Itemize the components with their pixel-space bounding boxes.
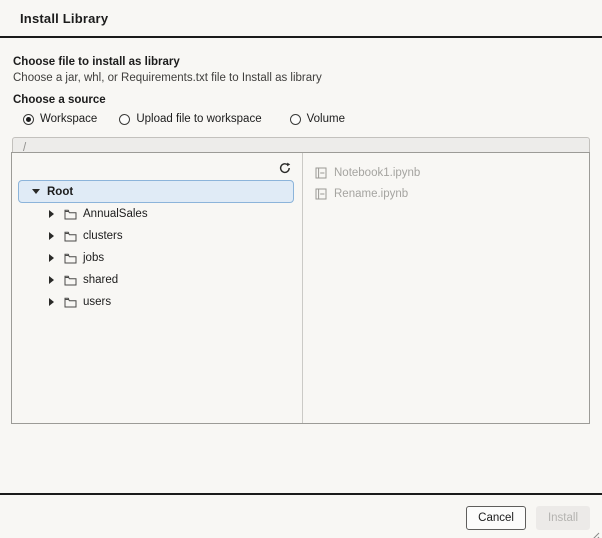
- refresh-icon: [278, 161, 292, 178]
- radio-volume-label: Volume: [306, 113, 345, 125]
- file-item-notebook1: Notebook1.ipynb: [315, 162, 577, 183]
- dialog-body: Choose file to install as library Choose…: [0, 38, 602, 125]
- chevron-right-icon[interactable]: [49, 276, 59, 284]
- tree-item-users[interactable]: users: [12, 291, 302, 313]
- file-item-label: Rename.ipynb: [334, 187, 409, 200]
- file-item-label: Notebook1.ipynb: [334, 166, 421, 179]
- radio-workspace[interactable]: Workspace: [23, 113, 97, 125]
- folder-icon: [64, 297, 77, 308]
- tree-item-shared[interactable]: shared: [12, 269, 302, 291]
- tree-item-annualsales[interactable]: AnnualSales: [12, 203, 302, 225]
- workspace-file-browser: Root AnnualSales clusters jobs shared us…: [11, 152, 590, 424]
- radio-upload-file-label: Upload file to workspace: [136, 113, 262, 125]
- source-radio-group: Workspace Upload file to workspace Volum…: [23, 113, 589, 125]
- install-library-dialog: Install Library Choose file to install a…: [0, 0, 602, 538]
- resize-handle[interactable]: [591, 527, 600, 538]
- radio-selected-icon: [23, 113, 34, 125]
- chevron-right-icon[interactable]: [49, 298, 59, 306]
- refresh-button[interactable]: [276, 160, 294, 178]
- install-button[interactable]: Install: [535, 506, 590, 530]
- workspace-tree-pane: Root AnnualSales clusters jobs shared us…: [12, 153, 303, 423]
- chevron-right-icon[interactable]: [49, 254, 59, 262]
- radio-unselected-icon: [289, 113, 301, 125]
- chevron-right-icon[interactable]: [49, 232, 59, 240]
- dialog-header: Install Library: [0, 0, 602, 38]
- tree-item-root-label: Root: [47, 185, 74, 198]
- notebook-icon: [315, 188, 327, 200]
- workspace-tree: Root AnnualSales clusters jobs shared us…: [12, 180, 302, 313]
- choose-file-heading: Choose file to install as library: [13, 56, 180, 68]
- tree-item-jobs[interactable]: jobs: [12, 247, 302, 269]
- choose-source-label: Choose a source: [13, 94, 106, 106]
- tree-item-clusters[interactable]: clusters: [12, 225, 302, 247]
- notebook-icon: [315, 167, 327, 179]
- radio-upload-file[interactable]: Upload file to workspace: [119, 113, 262, 125]
- cancel-button[interactable]: Cancel: [466, 506, 526, 530]
- tree-item-label: users: [83, 296, 112, 308]
- dialog-title: Install Library: [20, 11, 109, 26]
- tree-item-label: shared: [83, 274, 119, 286]
- radio-workspace-label: Workspace: [40, 113, 98, 125]
- tree-item-label: AnnualSales: [83, 208, 148, 220]
- radio-volume[interactable]: Volume: [289, 113, 345, 125]
- chevron-down-icon[interactable]: [32, 189, 42, 194]
- choose-file-subheading: Choose a jar, whl, or Requirements.txt f…: [13, 72, 322, 84]
- chevron-right-icon[interactable]: [49, 210, 59, 218]
- folder-icon: [64, 231, 77, 242]
- file-item-rename: Rename.ipynb: [315, 183, 577, 204]
- folder-icon: [64, 209, 77, 220]
- tree-item-label: jobs: [83, 252, 105, 264]
- folder-icon: [64, 275, 77, 286]
- radio-unselected-icon: [119, 113, 131, 125]
- dialog-footer: Cancel Install: [0, 493, 602, 530]
- tree-item-root[interactable]: Root: [18, 180, 294, 203]
- folder-icon: [64, 253, 77, 264]
- file-list-pane: Notebook1.ipynb Rename.ipynb: [303, 153, 589, 423]
- tree-item-label: clusters: [83, 230, 123, 242]
